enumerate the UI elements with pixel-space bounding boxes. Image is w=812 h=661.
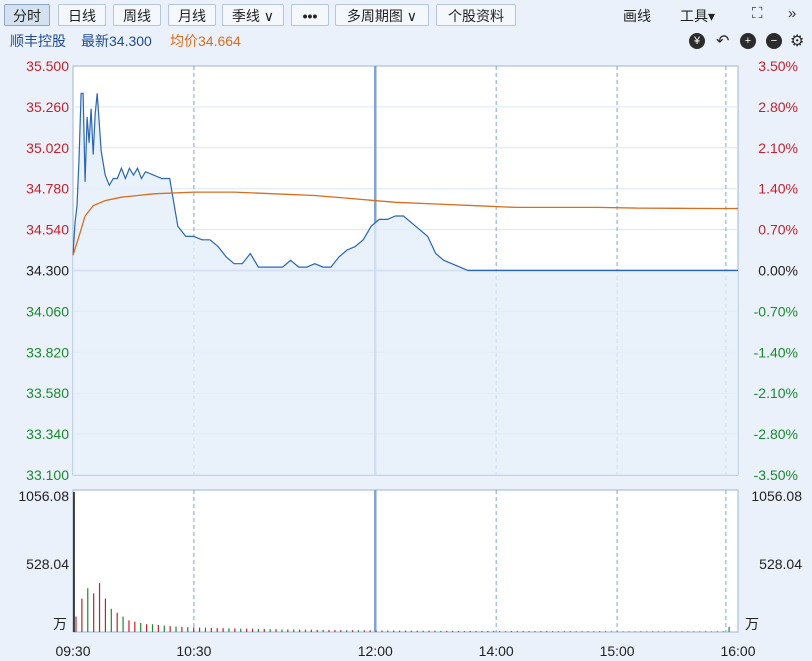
time-tick-label: 12:00 bbox=[358, 643, 393, 659]
expand-icon[interactable]: ⛶ bbox=[752, 5, 763, 22]
time-tick-label: 14:00 bbox=[479, 643, 514, 659]
undo-icon[interactable]: ↶ bbox=[716, 31, 729, 51]
percent-tick-label: 0.00% bbox=[758, 263, 798, 279]
zoom-out-icon[interactable]: − bbox=[766, 33, 782, 49]
percent-tick-label: -3.50% bbox=[754, 467, 798, 483]
price-tick-label: 34.300 bbox=[26, 263, 69, 279]
percent-tick-label: 2.10% bbox=[758, 140, 798, 156]
average-price: 均价34.664 bbox=[170, 33, 241, 49]
percent-axis: 3.50% 2.80% 2.10% 1.40% 0.70% 0.00% -0.70% -1.4… bbox=[754, 58, 798, 483]
tab-quarterly[interactable]: 季线 ∨ bbox=[222, 4, 284, 26]
tab-weekly[interactable]: 周线 bbox=[113, 4, 161, 26]
settings-gear-icon[interactable]: ⚙ bbox=[790, 31, 804, 51]
tab-daily[interactable]: 日线 bbox=[58, 4, 106, 26]
volume-panel bbox=[72, 489, 739, 633]
more-button[interactable]: ••• bbox=[291, 4, 329, 26]
tools-menu[interactable]: 工具▾ bbox=[680, 6, 715, 26]
time-tick-label: 10:30 bbox=[176, 643, 211, 659]
time-tick-label: 09:30 bbox=[55, 643, 90, 659]
tab-monthly[interactable]: 月线 bbox=[168, 4, 216, 26]
volume-tick-label: 1056.08 bbox=[751, 488, 802, 504]
percent-tick-label: 0.70% bbox=[758, 222, 798, 238]
price-tick-label: 35.260 bbox=[26, 99, 69, 115]
price-tick-label: 33.340 bbox=[26, 426, 69, 442]
price-tick-label: 34.780 bbox=[26, 181, 69, 197]
draw-line-button[interactable]: 画线 bbox=[623, 6, 651, 26]
percent-tick-label: -2.80% bbox=[754, 426, 798, 442]
intraday-chart: 35.500 35.260 35.020 34.780 34.540 34.300 34.0… bbox=[18, 58, 802, 659]
stock-profile-button[interactable]: 个股资料 bbox=[436, 4, 516, 26]
percent-tick-label: 3.50% bbox=[758, 58, 798, 74]
volume-tick-label: 1056.08 bbox=[18, 488, 69, 504]
time-tick-label: 15:00 bbox=[600, 643, 635, 659]
price-tick-label: 33.580 bbox=[26, 385, 69, 401]
time-axis: 09:30 10:30 12:00 14:00 15:00 16:00 bbox=[55, 643, 755, 659]
price-tick-label: 35.500 bbox=[26, 58, 69, 74]
price-tick-label: 33.100 bbox=[26, 467, 69, 483]
toolbar: 分时 日线 周线 月线 季线 ∨ ••• 多周期图 ∨ 个股资料 画线 工具▾ … bbox=[0, 0, 812, 30]
stock-name: 顺丰控股 bbox=[10, 33, 66, 49]
price-tick-label: 34.060 bbox=[26, 303, 69, 319]
currency-icon[interactable]: ¥ bbox=[689, 33, 705, 49]
price-axis: 35.500 35.260 35.020 34.780 34.540 34.300 34.0… bbox=[26, 58, 69, 483]
zoom-in-icon[interactable]: + bbox=[740, 33, 756, 49]
volume-unit-label: 万 bbox=[53, 616, 67, 632]
price-tick-label: 35.020 bbox=[26, 140, 69, 156]
last-price: 最新34.300 bbox=[81, 33, 152, 49]
volume-tick-label: 528.04 bbox=[26, 556, 69, 572]
double-chevron-right-icon[interactable]: » bbox=[788, 5, 796, 22]
percent-tick-label: 2.80% bbox=[758, 99, 798, 115]
multi-period-dropdown[interactable]: 多周期图 ∨ bbox=[335, 4, 429, 26]
tab-intraday[interactable]: 分时 bbox=[4, 4, 50, 26]
price-tick-label: 34.540 bbox=[26, 222, 69, 238]
volume-tick-label: 528.04 bbox=[759, 556, 802, 572]
volume-unit-label: 万 bbox=[745, 616, 759, 632]
percent-tick-label: -2.10% bbox=[754, 385, 798, 401]
percent-tick-label: 1.40% bbox=[758, 181, 798, 197]
percent-tick-label: -0.70% bbox=[754, 303, 798, 319]
price-tick-label: 33.820 bbox=[26, 344, 69, 360]
percent-tick-label: -1.40% bbox=[754, 344, 798, 360]
time-tick-label: 16:00 bbox=[720, 643, 755, 659]
